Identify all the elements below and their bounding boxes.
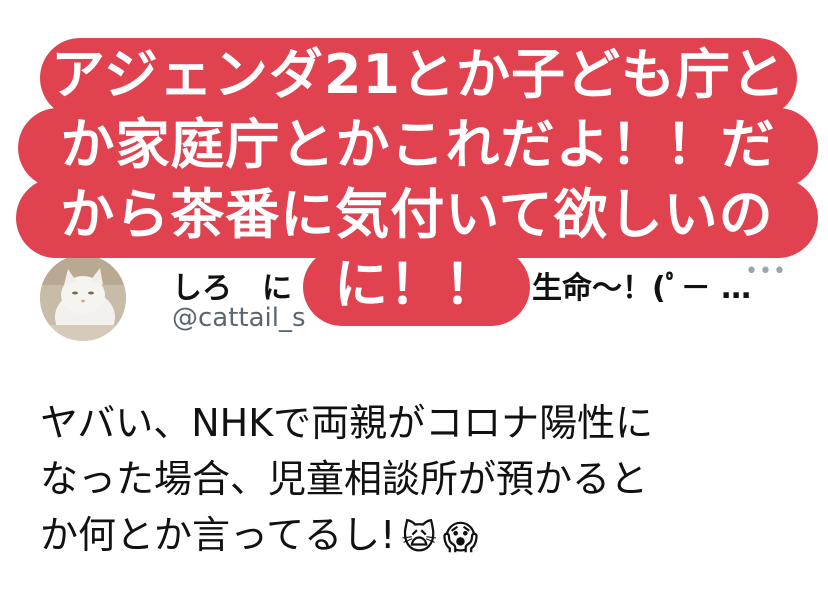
user-avatar[interactable] [40, 255, 126, 341]
caption-line: か家庭庁とかこれだよ！！だ [18, 108, 818, 188]
username[interactable]: @cattail_s [172, 303, 306, 333]
screaming-cat-emoji: 🙀 [401, 517, 437, 558]
tweet-header: しろ に 生命〜！(ﾟ－ … @cattail_s ••• [40, 255, 800, 350]
display-name[interactable]: しろ に 生命〜！(ﾟ－ … [172, 263, 751, 307]
screaming-face-emoji: 😱 [442, 517, 479, 558]
tweet-text-line: か何とか言ってるし! 🙀 😱 [40, 507, 800, 566]
more-dots-icon[interactable]: ••• [745, 259, 787, 284]
tweet-text-line: ヤバい、NHKで両親がコロナ陽性に [40, 401, 654, 445]
tweet-text: ヤバい、NHKで両親がコロナ陽性に なった場合、児童相談所が預かると か何とか言… [40, 395, 800, 566]
tweet-text-line: なった場合、児童相談所が預かると [40, 457, 649, 501]
tweet-text-segment: か何とか言ってるし! [40, 513, 396, 557]
caption-line: から茶番に気付いて欲しいの [16, 178, 818, 258]
cat-avatar-icon [40, 255, 126, 341]
caption-line: アジェンダ21とか子ども庁と [40, 38, 797, 118]
